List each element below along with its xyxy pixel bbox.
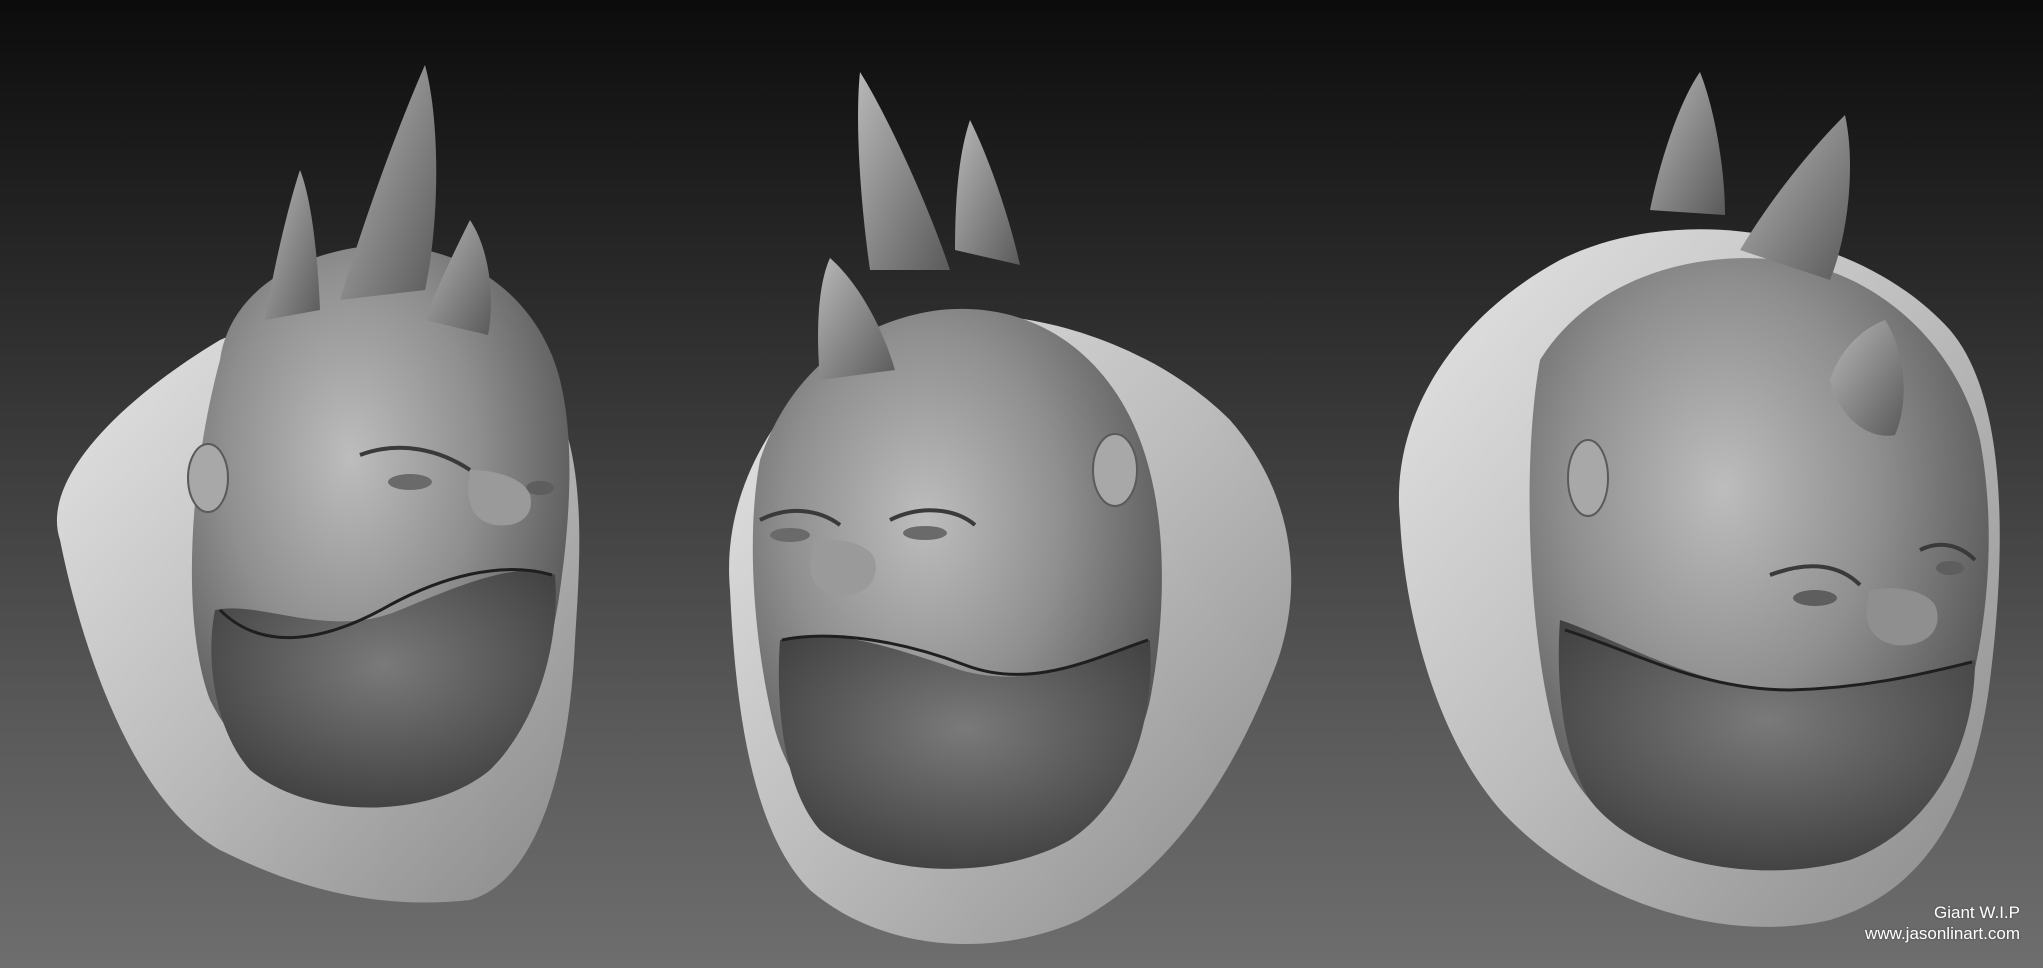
sculpt-render (56, 65, 2000, 944)
sculpt-head-right (1398, 72, 2000, 927)
watermark-caption: Giant W.I.P www.jasonlinart.com (1865, 902, 2020, 944)
sculpt-head-left (56, 65, 580, 903)
sculpt-head-center (729, 72, 1292, 944)
caption-title: Giant W.I.P (1934, 903, 2020, 922)
render-canvas (0, 0, 2043, 968)
caption-website: www.jasonlinart.com (1865, 924, 2020, 943)
